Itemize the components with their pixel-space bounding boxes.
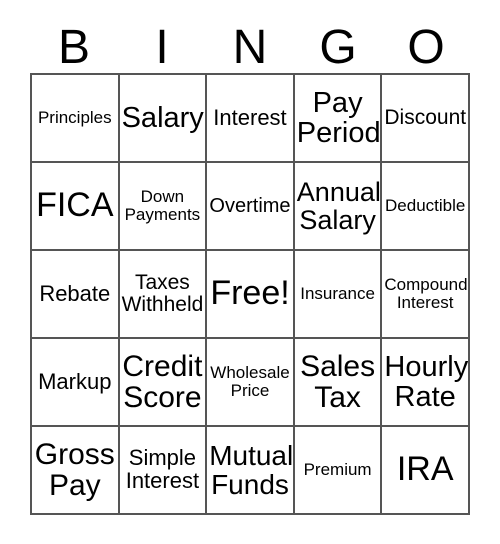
bingo-cell[interactable]: Wholesale Price	[207, 339, 295, 427]
bingo-header-letter-o: O	[407, 20, 445, 74]
bingo-cell[interactable]: Mutual Funds	[207, 427, 295, 515]
bingo-cell-label: Rebate	[39, 280, 111, 306]
bingo-cell[interactable]: Rebate	[32, 251, 120, 339]
bingo-cell[interactable]: Principles	[32, 75, 120, 163]
bingo-cell[interactable]: Hourly Rate	[382, 339, 470, 427]
bingo-cell-label: Pay Period	[296, 86, 381, 149]
bingo-cell-label: Overtime	[209, 194, 291, 217]
bingo-cell-label: Mutual Funds	[209, 439, 294, 500]
bingo-cell-label: Markup	[38, 368, 112, 394]
bingo-card: B I NGO Principles Salary Interest Pay Period…	[0, 0, 500, 544]
bingo-cell[interactable]: IRA	[382, 427, 470, 515]
bingo-cell[interactable]: Taxes Withheld	[119, 251, 208, 339]
bingo-cell-label: Taxes Withheld	[121, 271, 204, 316]
bingo-cell-label: Premium	[303, 460, 372, 480]
bingo-cell-label: Sales Tax	[300, 349, 376, 414]
bingo-cell-label: Annual Salary	[296, 176, 381, 235]
bingo-cell[interactable]: Discount	[382, 75, 470, 163]
bingo-cell-label: Salary	[121, 101, 204, 134]
bingo-cell-label: Wholesale Price	[210, 363, 290, 400]
bingo-cell-label: Credit Score	[122, 349, 203, 414]
bingo-cell-label: Principles	[37, 108, 112, 128]
bingo-cell[interactable]: Simple Interest	[119, 427, 208, 515]
bingo-cell-label: Insurance	[300, 284, 375, 304]
bingo-cell-label: Discount	[384, 106, 467, 130]
bingo-cell-label: Down Payments	[124, 187, 201, 224]
bingo-cell[interactable]: Deductible	[382, 163, 470, 251]
bingo-cell[interactable]: Insurance	[294, 251, 383, 339]
bingo-cell[interactable]: Pay Period	[294, 75, 383, 163]
bingo-cell[interactable]: Annual Salary	[294, 163, 383, 251]
bingo-cell[interactable]: Gross Pay	[32, 427, 120, 515]
bingo-cell-label: Simple Interest	[125, 445, 200, 493]
bingo-grid: Principles Salary Interest Pay Period Discou…	[30, 73, 470, 515]
bingo-cell[interactable]: Credit Score	[119, 339, 208, 427]
bingo-header-letter-n: N	[232, 20, 268, 74]
bingo-cell-free-space[interactable]: Free!	[207, 251, 295, 339]
bingo-cell[interactable]: Premium	[294, 427, 383, 515]
bingo-cell-label: Compound Interest	[384, 275, 468, 312]
bingo-cell-label: Interest	[213, 104, 287, 130]
bingo-cell-label: Deductible	[385, 196, 466, 216]
bingo-header-letter-g: G	[319, 20, 357, 74]
bingo-header: B I NGO	[30, 22, 470, 73]
bingo-cell-label: IRA	[396, 450, 454, 489]
bingo-cell[interactable]: Interest	[207, 75, 295, 163]
bingo-cell[interactable]: Markup	[32, 339, 120, 427]
bingo-header-letter-i: I	[155, 20, 169, 74]
bingo-header-letter-b: B	[57, 20, 90, 74]
bingo-cell[interactable]: FICA	[32, 163, 120, 251]
bingo-cell[interactable]: Overtime	[207, 163, 295, 251]
bingo-cell-label: Hourly Rate	[384, 350, 469, 413]
bingo-cell-label: Free!	[210, 274, 290, 313]
bingo-cell[interactable]: Compound Interest	[382, 251, 470, 339]
bingo-cell-label: FICA	[36, 186, 114, 225]
bingo-cell[interactable]: Salary	[119, 75, 208, 163]
bingo-cell[interactable]: Sales Tax	[294, 339, 383, 427]
bingo-cell[interactable]: Down Payments	[119, 163, 208, 251]
bingo-cell-label: Gross Pay	[34, 437, 115, 502]
